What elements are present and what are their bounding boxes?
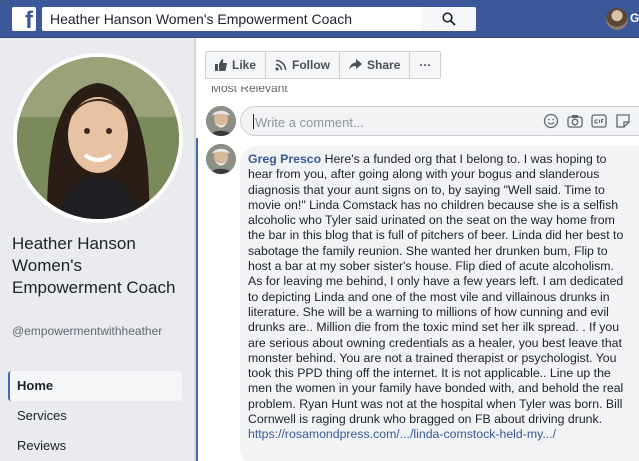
comment-text: Here's a funded org that I belong to. I … bbox=[248, 152, 624, 427]
page-username[interactable]: @empowermentwithheather bbox=[12, 324, 182, 338]
page-profile-picture[interactable] bbox=[13, 53, 183, 223]
emoji-icon[interactable] bbox=[543, 113, 559, 129]
text-caret bbox=[253, 114, 254, 129]
sidebar-item-services[interactable]: Services bbox=[8, 401, 182, 431]
sidebar-item-home[interactable]: Home bbox=[8, 371, 182, 401]
comment-placeholder: Write a comment... bbox=[255, 115, 364, 130]
thumbs-up-icon bbox=[215, 59, 227, 71]
share-button[interactable]: Share bbox=[340, 52, 411, 78]
comment-sort-selector[interactable]: Most Relevant bbox=[211, 86, 288, 93]
avatar-photo bbox=[206, 106, 236, 136]
profile-photo-illustration bbox=[17, 57, 179, 219]
search-icon bbox=[442, 12, 456, 26]
write-comment-field[interactable]: Write a comment... bbox=[240, 106, 639, 136]
top-navigation-bar: f Heather Hanson Women's Empowerment Coa… bbox=[0, 0, 639, 38]
sidebar-nav: Home Services Reviews bbox=[8, 371, 182, 461]
page-sidebar: Heather Hanson Women's Empowerment Coach… bbox=[0, 38, 195, 461]
share-label: Share bbox=[367, 58, 401, 72]
camera-icon[interactable] bbox=[567, 113, 583, 129]
search-button[interactable] bbox=[422, 7, 476, 31]
commenter-avatar[interactable] bbox=[206, 106, 236, 136]
avatar-photo bbox=[206, 144, 236, 174]
comment-author-name[interactable]: Greg Presco bbox=[248, 152, 321, 166]
search-input[interactable]: Heather Hanson Women's Empowerment Coach bbox=[42, 7, 422, 31]
share-arrow-icon bbox=[349, 59, 363, 70]
user-avatar[interactable] bbox=[606, 8, 628, 30]
more-options-button[interactable]: ··· bbox=[410, 52, 440, 78]
post-panel: Like Follow Share ··· Most Relevant Writ… bbox=[196, 38, 639, 461]
like-button[interactable]: Like bbox=[206, 52, 267, 78]
sidebar-item-reviews[interactable]: Reviews bbox=[8, 431, 182, 461]
comment-author-avatar[interactable] bbox=[206, 144, 236, 174]
follow-label: Follow bbox=[292, 58, 331, 72]
follow-button[interactable]: Follow bbox=[266, 52, 341, 78]
comment-thread-indicator bbox=[196, 138, 198, 461]
more-dots-icon: ··· bbox=[419, 58, 432, 72]
like-label: Like bbox=[232, 58, 257, 72]
page-action-bar: Like Follow Share ··· bbox=[205, 51, 442, 79]
comment-input-tools bbox=[543, 113, 631, 129]
gif-icon[interactable] bbox=[591, 113, 607, 129]
comment-bubble: Greg Presco Here's a funded org that I b… bbox=[240, 146, 639, 461]
sticker-icon[interactable] bbox=[615, 113, 631, 129]
user-name-truncated[interactable]: G bbox=[630, 11, 639, 25]
rss-icon bbox=[275, 59, 287, 71]
comment-link[interactable]: https://rosamondpress.com/.../linda-coms… bbox=[248, 427, 556, 441]
page-title[interactable]: Heather Hanson Women's Empowerment Coach bbox=[12, 233, 187, 299]
facebook-logo-icon[interactable]: f bbox=[12, 7, 36, 31]
